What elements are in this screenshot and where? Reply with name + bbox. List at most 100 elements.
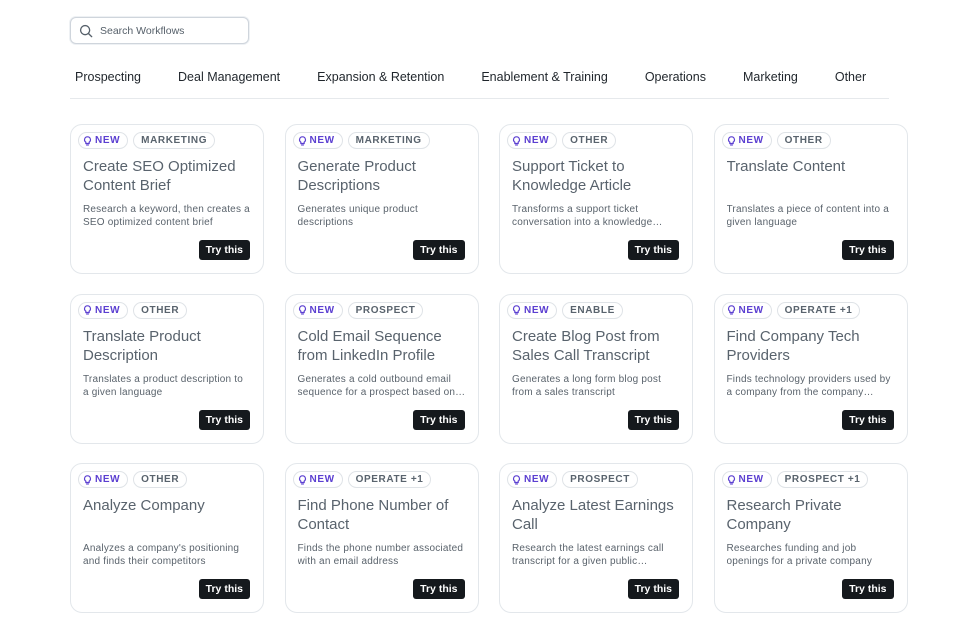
search-input[interactable] xyxy=(100,24,240,37)
new-badge: NEW xyxy=(507,132,558,149)
try-this-button[interactable]: Try this xyxy=(627,409,679,430)
tab-enablement-training[interactable]: Enablement & Training xyxy=(475,68,613,84)
lightbulb-icon xyxy=(512,305,521,315)
workflow-description: Generates a long form blog post from a s… xyxy=(512,373,662,398)
workflow-title: Find Phone Number of Contact xyxy=(297,497,449,533)
try-this-button[interactable]: Try this xyxy=(413,409,465,430)
try-this-button[interactable]: Try this xyxy=(413,579,465,599)
new-label: NEW xyxy=(738,304,764,316)
workflow-title: Find Company Tech Providers xyxy=(726,327,860,364)
try-this-button[interactable]: Try this xyxy=(627,579,679,599)
tag-row: NEW OPERATE +1 xyxy=(721,301,895,320)
search-icon xyxy=(79,24,93,37)
tag-row: NEW MARKETING xyxy=(78,132,251,150)
lightbulb-icon xyxy=(83,305,92,315)
workflow-card[interactable]: NEW OTHER Translate Content Translates a… xyxy=(713,124,908,274)
workflow-card[interactable]: NEW PROSPECT +1 Research Private Company… xyxy=(713,463,908,613)
try-this-button[interactable]: Try this xyxy=(198,240,250,260)
category-tabs: Prospecting Deal Management Expansion & … xyxy=(70,68,889,99)
search-box[interactable] xyxy=(70,17,249,44)
tag-row: NEW OTHER xyxy=(78,301,251,320)
new-badge: NEW xyxy=(292,471,343,488)
lightbulb-icon xyxy=(727,305,735,315)
workflow-card[interactable]: NEW PROSPECT Analyze Latest Earnings Cal… xyxy=(499,463,693,613)
lightbulb-icon xyxy=(727,135,735,146)
workflow-card[interactable]: NEW MARKETING Create SEO Optimized Conte… xyxy=(70,124,264,274)
tag-row: NEW PROSPECT xyxy=(507,471,680,489)
category-badge: ENABLE xyxy=(562,301,623,319)
lightbulb-icon xyxy=(727,474,735,485)
try-this-button[interactable]: Try this xyxy=(842,409,894,430)
tab-marketing[interactable]: Marketing xyxy=(737,68,804,84)
try-this-button[interactable]: Try this xyxy=(413,240,465,260)
workflow-description: Research a keyword, then creates a SEO o… xyxy=(83,204,250,228)
try-this-button[interactable]: Try this xyxy=(627,240,679,260)
workflow-description: Finds technology providers used by a com… xyxy=(726,373,891,398)
new-label: NEW xyxy=(95,135,121,146)
try-this-button[interactable]: Try this xyxy=(198,409,250,430)
workflow-title: Analyze Latest Earnings Call xyxy=(512,497,674,533)
lightbulb-icon xyxy=(298,135,306,146)
category-badge: OTHER xyxy=(776,132,831,149)
workflow-title: Analyze Company xyxy=(83,497,205,514)
category-badge: PROSPECT xyxy=(347,301,424,319)
category-badge: OPERATE +1 xyxy=(776,301,861,319)
workflow-title: Generate Product Descriptions xyxy=(297,158,416,194)
category-badge: PROSPECT xyxy=(562,471,638,488)
new-label: NEW xyxy=(524,474,550,485)
new-badge: NEW xyxy=(721,471,772,488)
try-this-button[interactable]: Try this xyxy=(842,240,894,260)
lightbulb-icon xyxy=(512,474,521,485)
workflow-description: Translates a product description to a gi… xyxy=(83,373,244,398)
workflow-title: Support Ticket to Knowledge Article xyxy=(512,158,632,194)
workflow-description: Finds the phone number associated with a… xyxy=(297,543,464,567)
workflow-description: Generates unique product descriptions xyxy=(297,204,418,228)
new-badge: NEW xyxy=(78,301,129,319)
category-badge: MARKETING xyxy=(347,132,430,149)
workflow-card[interactable]: NEW MARKETING Generate Product Descripti… xyxy=(284,124,479,274)
workflow-card[interactable]: NEW OTHER Analyze Company Analyzes a com… xyxy=(70,463,264,613)
workflow-card[interactable]: NEW OTHER Translate Product Description … xyxy=(70,293,264,444)
workflow-title: Create Blog Post from Sales Call Transcr… xyxy=(512,327,660,364)
tag-row: NEW OTHER xyxy=(507,132,680,150)
new-badge: NEW xyxy=(78,132,129,149)
workflow-card[interactable]: NEW OTHER Support Ticket to Knowledge Ar… xyxy=(499,124,693,274)
workflow-card[interactable]: NEW PROSPECT Cold Email Sequence from Li… xyxy=(284,293,479,444)
try-this-button[interactable]: Try this xyxy=(842,579,894,599)
new-badge: NEW xyxy=(721,301,772,319)
new-label: NEW xyxy=(524,304,550,316)
workflow-description: Generates a cold outbound email sequence… xyxy=(297,373,456,398)
new-badge: NEW xyxy=(292,301,343,319)
new-badge: NEW xyxy=(78,471,129,488)
workflow-title: Research Private Company xyxy=(726,497,842,533)
workflow-description: Transforms a support ticket conversation… xyxy=(512,204,653,228)
tag-row: NEW OPERATE +1 xyxy=(292,471,466,489)
new-label: NEW xyxy=(309,474,335,485)
tag-row: NEW OTHER xyxy=(78,471,251,489)
workflow-card[interactable]: NEW OPERATE +1 Find Phone Number of Cont… xyxy=(284,463,479,613)
new-label: NEW xyxy=(95,474,121,485)
tab-expansion-retention[interactable]: Expansion & Retention xyxy=(311,68,450,84)
workflow-card[interactable]: NEW ENABLE Create Blog Post from Sales C… xyxy=(499,293,693,444)
lightbulb-icon xyxy=(83,474,92,485)
workflow-card[interactable]: NEW OPERATE +1 Find Company Tech Provide… xyxy=(713,293,908,444)
lightbulb-icon xyxy=(298,474,306,485)
tab-other[interactable]: Other xyxy=(829,68,872,84)
new-label: NEW xyxy=(738,135,764,146)
tab-operations[interactable]: Operations xyxy=(639,68,712,84)
category-badge: OTHER xyxy=(133,471,188,488)
tab-prospecting[interactable]: Prospecting xyxy=(70,68,147,84)
workflow-description: Translates a piece of content into a giv… xyxy=(726,204,889,228)
try-this-button[interactable]: Try this xyxy=(198,579,250,599)
tag-row: NEW PROSPECT +1 xyxy=(721,471,895,489)
tag-row: NEW OTHER xyxy=(721,132,895,150)
workflow-title: Translate Product Description xyxy=(83,327,201,364)
new-label: NEW xyxy=(95,304,121,316)
category-badge: OPERATE +1 xyxy=(347,471,432,488)
category-badge: OTHER xyxy=(562,132,617,149)
tag-row: NEW MARKETING xyxy=(292,132,466,150)
lightbulb-icon xyxy=(298,305,306,315)
new-label: NEW xyxy=(309,135,335,146)
tab-deal-management[interactable]: Deal Management xyxy=(172,68,286,84)
category-badge: PROSPECT +1 xyxy=(776,471,869,488)
